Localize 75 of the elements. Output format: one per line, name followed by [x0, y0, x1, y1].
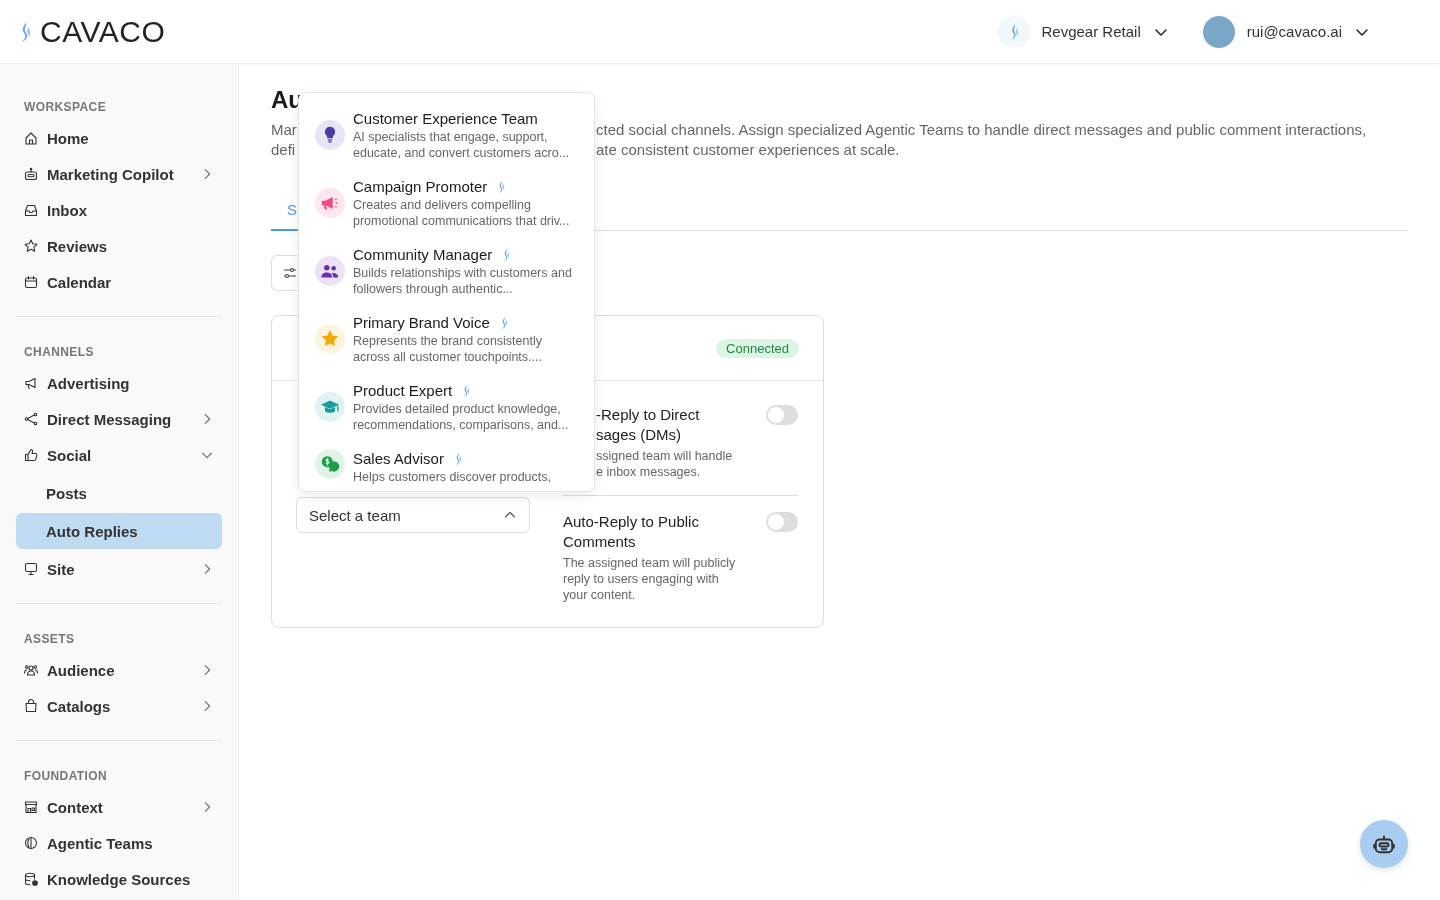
- sidebar-subitem[interactable]: Auto Replies: [16, 513, 222, 549]
- sidebar-item[interactable]: Audience: [16, 652, 222, 688]
- setting-title: -Reply to Direct sages (DMs): [596, 405, 701, 445]
- avatar: [1202, 15, 1235, 48]
- sidebar-item[interactable]: Home: [16, 120, 222, 156]
- filter-button[interactable]: [271, 255, 297, 291]
- team-option[interactable]: Community Manager Builds relationships with customers and followers through authentic...: [299, 237, 594, 305]
- sidebar-item[interactable]: Direct Messaging: [16, 401, 222, 437]
- user-menu[interactable]: rui@cavaco.ai: [1202, 15, 1370, 48]
- team-select[interactable]: Select a team: [296, 497, 530, 533]
- store-icon: [23, 799, 39, 815]
- section-heading: FOUNDATION: [23, 768, 109, 785]
- team-name: Customer Experience Team: [353, 109, 538, 129]
- team-description: Helps customers discover products,: [353, 469, 551, 485]
- setting-title: Auto-Reply to Public Comments: [563, 512, 700, 552]
- setting-description: The assigned team will publicly reply to users engaging with your content.: [563, 555, 737, 603]
- team-option[interactable]: Sales Advisor Helps customers discover products,: [299, 441, 594, 491]
- description-text: cted social channels. Assign specialized Agentic Teams to handle direct messages and public comment interactions,: [596, 120, 1367, 140]
- inbox-icon: [23, 202, 39, 218]
- flame-icon: [462, 383, 471, 399]
- description-text: Mar: [271, 121, 297, 138]
- sidebar-item[interactable]: Advertising: [16, 365, 222, 401]
- team-description: Creates and delivers compelling promotional communications that driv...: [353, 197, 570, 229]
- sidebar-item[interactable]: Agentic Teams: [16, 825, 222, 861]
- sidebar-subitem[interactable]: Posts: [16, 475, 222, 511]
- flame-icon: [453, 451, 462, 467]
- calendar-icon: [23, 274, 39, 290]
- sidebar-item[interactable]: Site: [16, 551, 222, 587]
- sidebar-item[interactable]: Catalogs: [16, 688, 222, 724]
- megaphone-icon: [23, 375, 39, 391]
- people-icon: [23, 662, 39, 678]
- sidebar-item[interactable]: Knowledge Sources: [16, 861, 222, 897]
- brain-icon: [23, 835, 39, 851]
- share-icon: [23, 411, 39, 427]
- thumb-icon: [23, 447, 39, 463]
- team-description: Provides detailed product knowledge, recommendations, comparisons, and...: [353, 401, 569, 433]
- section-heading: ASSETS: [23, 631, 76, 648]
- home-icon: [23, 130, 39, 146]
- section-heading: CHANNELS: [23, 344, 95, 361]
- workspace-switcher[interactable]: Revgear Retail: [997, 15, 1169, 48]
- description-text: defi: [271, 141, 296, 158]
- team-description: AI specialists that engage, support, educate, and convert customers acro...: [353, 129, 570, 161]
- team-option[interactable]: Customer Experience Team AI specialists that engage, support, educate, and convert customers acro...: [299, 101, 594, 169]
- sidebar-item[interactable]: Social: [16, 437, 222, 473]
- sidebar-item[interactable]: Inbox: [16, 192, 222, 228]
- sidebar-item[interactable]: Reviews: [16, 228, 222, 264]
- section-heading: WORKSPACE: [23, 99, 108, 116]
- flame-icon: [497, 179, 506, 195]
- flame-icon: [499, 315, 508, 331]
- assistant-button[interactable]: [1360, 820, 1408, 868]
- team-name: Product Expert: [353, 381, 453, 401]
- bag-icon: [23, 698, 39, 714]
- team-option[interactable]: Primary Brand Voice Represents the brand consistently across all customer touchpoints....: [299, 305, 594, 373]
- team-name: Campaign Promoter: [353, 177, 488, 197]
- sidebar-item[interactable]: Context: [16, 789, 222, 825]
- logo-text: CAVACO: [40, 14, 166, 49]
- robot-icon: [23, 166, 39, 182]
- star-icon: [23, 238, 39, 254]
- team-option[interactable]: Product Expert Provides detailed product knowledge, recommendations, comparisons, and...: [299, 373, 594, 441]
- sliders-icon: [283, 266, 297, 280]
- sidebar-item[interactable]: Calendar: [16, 264, 222, 300]
- monitor-icon: [23, 561, 39, 577]
- status-badge: Connected: [716, 338, 799, 358]
- flame-icon: [502, 247, 511, 263]
- team-name: Sales Advisor: [353, 449, 444, 469]
- team-description: Builds relationships with customers and followers through authentic...: [353, 265, 572, 297]
- toggle-switch[interactable]: [766, 512, 798, 532]
- setting-description: ssigned team will handle e inbox messages.: [596, 448, 734, 480]
- description-text: ate consistent customer experiences at scale.: [596, 140, 900, 160]
- database-icon: [23, 871, 39, 887]
- sidebar-item[interactable]: Marketing Copilot: [16, 156, 222, 192]
- team-name: Community Manager: [353, 245, 493, 265]
- team-description: Represents the brand consistently across all customer touchpoints....: [353, 333, 542, 365]
- toggle-switch[interactable]: [766, 405, 798, 425]
- team-name: Primary Brand Voice: [353, 313, 490, 333]
